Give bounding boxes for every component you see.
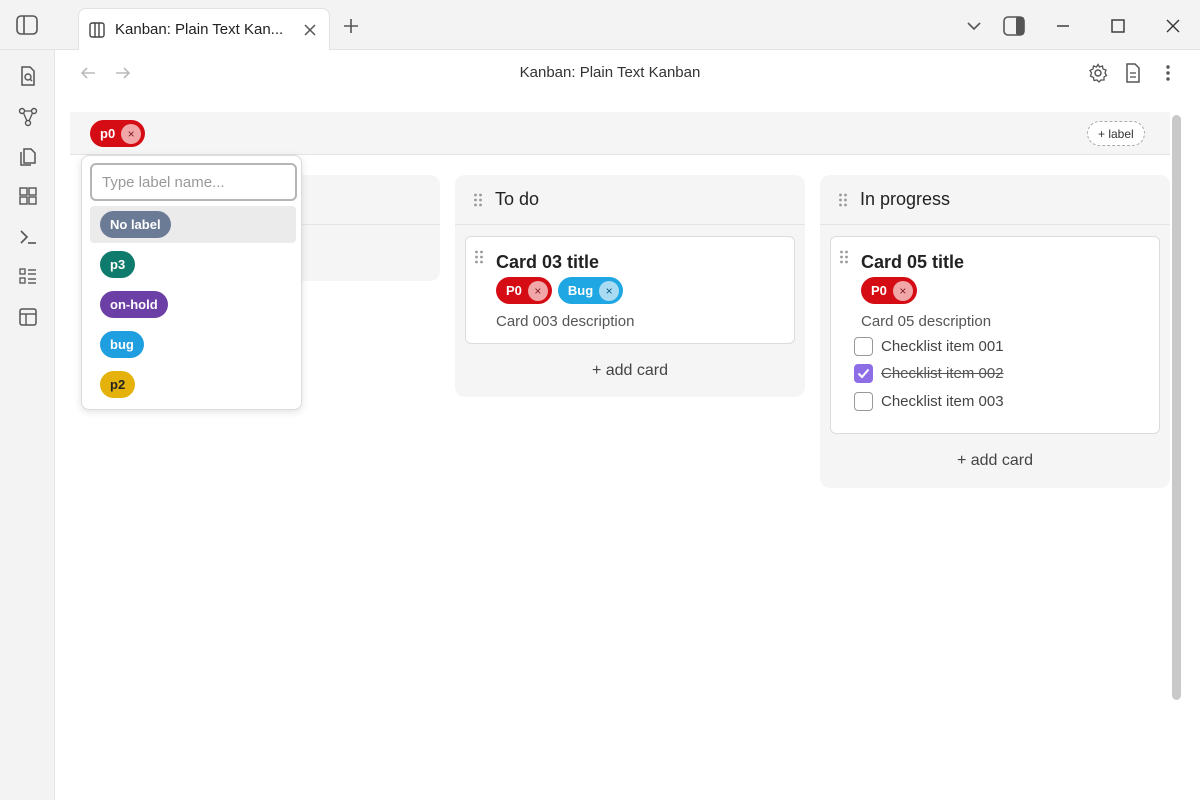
document-icon[interactable]	[1123, 63, 1143, 83]
drag-handle-icon[interactable]	[839, 249, 849, 270]
minimize-icon[interactable]	[1051, 14, 1075, 38]
active-label-filter[interactable]: p0 ×	[90, 120, 146, 147]
add-label-button[interactable]: + label	[1087, 121, 1145, 146]
columns-icon	[89, 21, 107, 39]
left-ribbon	[0, 50, 55, 800]
card-title[interactable]: Card 05 title	[861, 252, 964, 273]
label-text: P0	[871, 283, 887, 298]
window-close-icon[interactable]	[1161, 14, 1185, 38]
card[interactable]: Card 03 title P0 × Bug × Card 003 descri…	[465, 236, 795, 344]
sidebar-left-icon[interactable]	[14, 13, 40, 37]
checklist-item-label: Checklist item 003	[881, 393, 1004, 410]
drag-handle-icon[interactable]	[471, 192, 485, 208]
label-chip: p3	[100, 251, 136, 278]
remove-label-icon[interactable]: ×	[121, 123, 142, 144]
sidebar-right-icon[interactable]	[1002, 14, 1026, 38]
column-in-progress: In progress Card 05 title P0 × Card 05 d…	[820, 175, 1170, 488]
label-option-no-label[interactable]: No label	[90, 206, 296, 243]
active-label-text: p0	[100, 126, 116, 141]
label-search-input[interactable]	[90, 163, 297, 201]
column-title: In progress	[860, 189, 951, 209]
label-dropdown: No label p3 on-hold bug p2	[81, 155, 302, 410]
checkbox[interactable]	[854, 337, 873, 356]
card-description: Card 05 description	[861, 313, 992, 330]
checklist-item-label: Checklist item 002	[881, 365, 1004, 382]
search-file-icon[interactable]	[17, 65, 39, 87]
card-label-p0[interactable]: P0 ×	[861, 277, 917, 304]
column-header: To do	[455, 175, 805, 225]
card-title[interactable]: Card 03 title	[496, 252, 599, 273]
checkbox[interactable]	[854, 392, 873, 411]
label-filter-bar: p0 × + label	[70, 112, 1170, 155]
checklist-item[interactable]: Checklist item 002	[854, 364, 1004, 383]
column-header: In progress	[820, 175, 1170, 225]
column-title: To do	[495, 189, 540, 209]
drag-handle-icon[interactable]	[836, 192, 850, 208]
checklist-item-label: Checklist item 001	[881, 338, 1004, 355]
arrow-left-icon[interactable]	[78, 63, 98, 83]
plus-icon[interactable]	[340, 15, 362, 37]
remove-label-icon[interactable]: ×	[892, 280, 913, 301]
more-vertical-icon[interactable]	[1158, 63, 1178, 83]
blocks-icon[interactable]	[17, 185, 39, 207]
arrow-right-icon[interactable]	[113, 63, 133, 83]
add-card-button[interactable]: + add card	[455, 362, 805, 380]
tab-kanban[interactable]: Kanban: Plain Text Kan...	[78, 8, 330, 50]
layout-icon[interactable]	[17, 306, 39, 328]
checklist-item[interactable]: Checklist item 001	[854, 337, 1004, 356]
terminal-icon[interactable]	[17, 226, 39, 248]
list-icon[interactable]	[17, 266, 39, 288]
graph-icon[interactable]	[17, 106, 39, 128]
label-text: P0	[506, 283, 522, 298]
card[interactable]: Card 05 title P0 × Card 05 description C…	[830, 236, 1160, 434]
checkmark-icon	[857, 368, 870, 379]
label-option-p2[interactable]: p2	[90, 366, 296, 403]
card-label-p0[interactable]: P0 ×	[496, 277, 552, 304]
label-option-bug[interactable]: bug	[90, 326, 296, 363]
close-icon[interactable]	[301, 21, 319, 39]
remove-label-icon[interactable]: ×	[527, 280, 548, 301]
files-icon[interactable]	[17, 145, 39, 167]
title-bar: Kanban: Plain Text Kan...	[0, 0, 1200, 50]
label-chip: No label	[100, 211, 171, 238]
drag-handle-icon[interactable]	[474, 249, 484, 270]
card-labels: P0 ×	[861, 277, 917, 304]
label-option-on-hold[interactable]: on-hold	[90, 286, 296, 323]
chevron-down-icon[interactable]	[962, 14, 986, 38]
label-chip: bug	[100, 331, 144, 358]
column-to-do: To do Card 03 title P0 × Bug × Card 003 …	[455, 175, 805, 397]
label-option-p3[interactable]: p3	[90, 246, 296, 283]
tab-title: Kanban: Plain Text Kan...	[115, 21, 284, 38]
maximize-icon[interactable]	[1106, 14, 1130, 38]
gear-icon[interactable]	[1088, 63, 1108, 83]
label-chip: on-hold	[100, 291, 168, 318]
checkbox-checked[interactable]	[854, 364, 873, 383]
card-labels: P0 × Bug ×	[496, 277, 624, 304]
label-text: Bug	[567, 283, 594, 298]
label-chip: p2	[100, 371, 136, 398]
remove-label-icon[interactable]: ×	[599, 280, 620, 301]
card-label-bug[interactable]: Bug ×	[557, 277, 624, 304]
add-card-button[interactable]: + add card	[820, 452, 1170, 470]
scrollbar[interactable]	[1172, 115, 1181, 700]
view-title: Kanban: Plain Text Kanban	[519, 64, 701, 81]
card-description: Card 003 description	[496, 313, 635, 330]
checklist-item[interactable]: Checklist item 003	[854, 392, 1004, 411]
